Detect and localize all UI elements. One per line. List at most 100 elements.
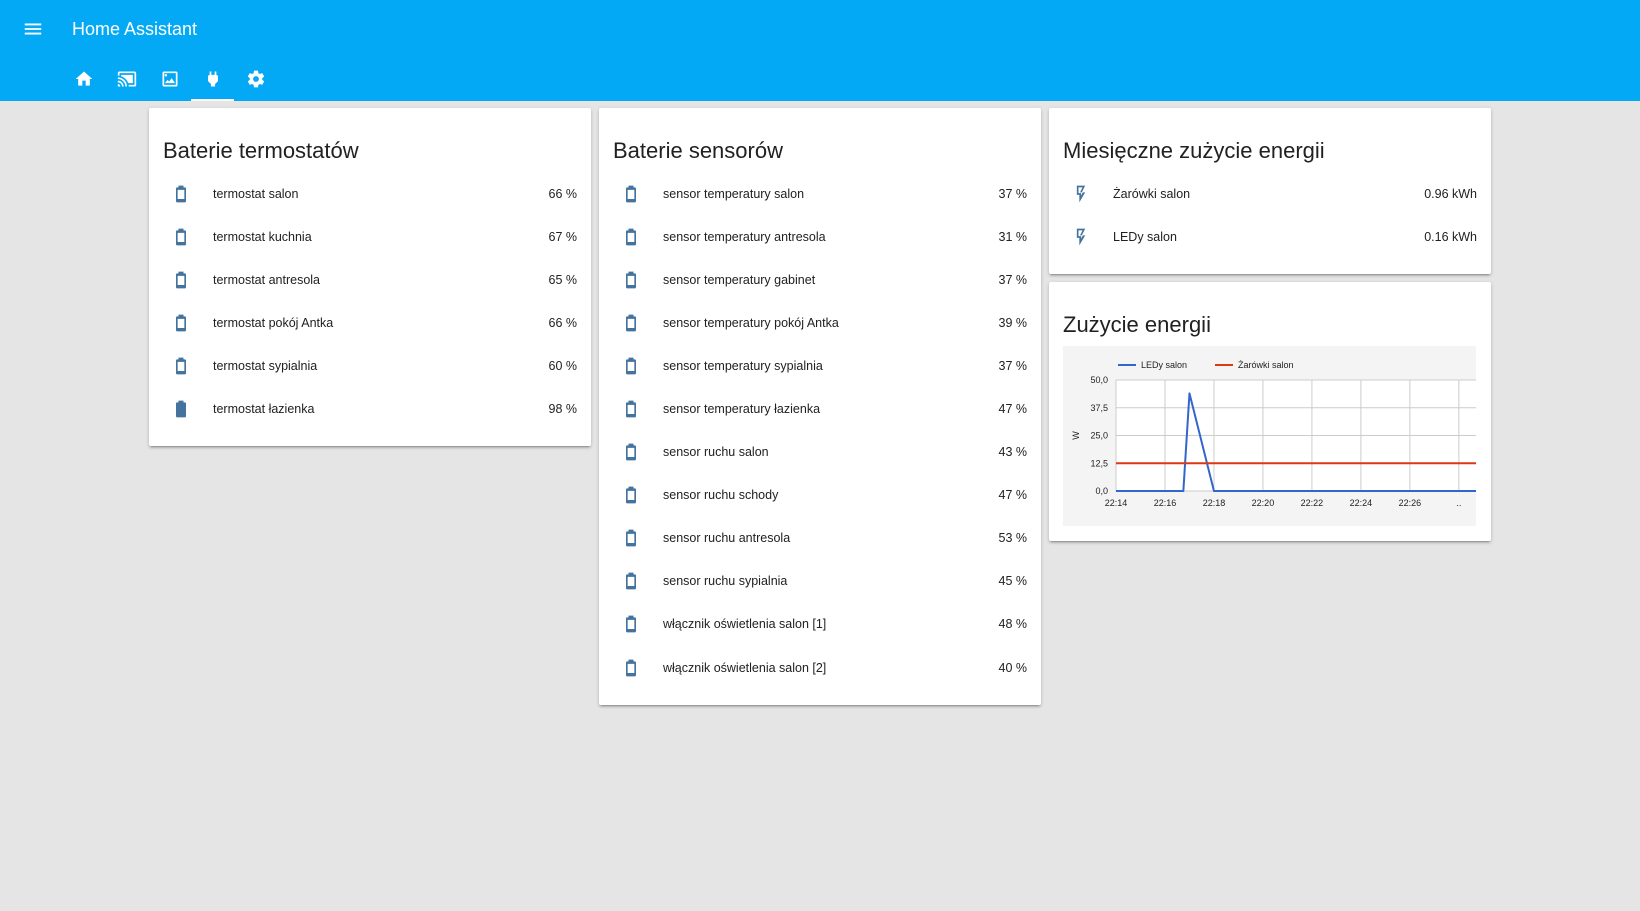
card-energy-chart: Zużycie energii 0,0 12,5 25,0 37,5 50,0 22:14… — [1049, 282, 1491, 541]
card-thermostat-batteries: Baterie termostatów termostat salon 66 % t… — [149, 108, 591, 446]
entity-state: 67 % — [548, 229, 578, 244]
energy-chart-svg: 0,0 12,5 25,0 37,5 50,0 22:14 22:16 22:18 22:20 2… — [1071, 360, 1476, 508]
card-sensor-batteries: Baterie sensorów sensor temperatury salo… — [599, 108, 1041, 705]
entity-list: Żarówki salon 0.96 kWh LEDy salon 0.16 kWh — [1063, 172, 1477, 258]
card-title: Baterie termostatów — [163, 138, 359, 163]
x-tick-label: 22:16 — [1154, 498, 1177, 508]
entity-row[interactable]: sensor temperatury antresola 31 % — [613, 215, 1027, 258]
y-tick-label: 37,5 — [1090, 403, 1108, 413]
entity-state: 0.16 kWh — [1424, 229, 1477, 244]
entity-state: 45 % — [998, 574, 1028, 589]
entity-row[interactable]: włącznik oświetlenia salon [1] 48 % — [613, 603, 1027, 646]
tab-image[interactable] — [148, 60, 191, 101]
card-monthly-energy: Miesięczne zużycie energii Żarówki salon… — [1049, 108, 1491, 274]
battery-icon — [613, 431, 649, 474]
battery-icon — [613, 603, 649, 646]
card-title: Zużycie energii — [1063, 312, 1211, 337]
energy-chart[interactable]: 0,0 12,5 25,0 37,5 50,0 22:14 22:16 22:18 22:20 2… — [1063, 346, 1476, 526]
entity-state: 40 % — [998, 660, 1028, 675]
entity-row[interactable]: termostat sypialnia 60 % — [163, 344, 577, 387]
entity-row[interactable]: sensor temperatury łazienka 47 % — [613, 387, 1027, 430]
flash-icon — [1063, 215, 1099, 258]
battery-icon — [613, 474, 649, 517]
tab-settings[interactable] — [234, 60, 277, 101]
menu-icon — [24, 23, 42, 35]
entity-row[interactable]: termostat salon 66 % — [163, 172, 577, 215]
entity-row[interactable]: sensor ruchu schody 47 % — [613, 474, 1027, 517]
entity-row[interactable]: Żarówki salon 0.96 kWh — [1063, 172, 1477, 215]
entity-row[interactable]: sensor ruchu salon 43 % — [613, 431, 1027, 474]
battery-icon — [613, 301, 649, 344]
entity-name: Żarówki salon — [1113, 186, 1191, 201]
entity-row[interactable]: sensor ruchu antresola 53 % — [613, 517, 1027, 560]
entity-state: 0.96 kWh — [1424, 186, 1477, 201]
entity-state: 37 % — [998, 358, 1028, 373]
entity-row[interactable]: sensor temperatury sypialnia 37 % — [613, 344, 1027, 387]
entity-row[interactable]: sensor ruchu sypialnia 45 % — [613, 560, 1027, 603]
y-tick-label: 25,0 — [1090, 431, 1108, 441]
legend-label: Żarówki salon — [1238, 360, 1294, 370]
app-toolbar: Home Assistant — [0, 0, 1640, 101]
flash-icon — [1063, 172, 1099, 215]
entity-row[interactable]: włącznik oświetlenia salon [2] 40 % — [613, 646, 1027, 689]
entity-row[interactable]: LEDy salon 0.16 kWh — [1063, 215, 1477, 258]
view-tabs — [62, 60, 277, 101]
entity-name: LEDy salon — [1113, 229, 1177, 244]
app-title: Home Assistant — [72, 19, 198, 39]
entity-state: 39 % — [998, 315, 1028, 330]
entity-name: włącznik oświetlenia salon [1] — [663, 617, 827, 632]
entity-name: sensor temperatury łazienka — [663, 402, 821, 417]
tab-energy[interactable] — [191, 60, 234, 101]
entity-state: 37 % — [998, 272, 1028, 287]
entity-row[interactable]: termostat kuchnia 67 % — [163, 215, 577, 258]
entity-name: termostat kuchnia — [213, 229, 312, 244]
entity-row[interactable]: termostat łazienka 98 % — [163, 387, 577, 430]
battery-icon — [163, 258, 199, 301]
plug-icon — [207, 71, 218, 87]
battery-icon — [613, 646, 649, 689]
tab-media[interactable] — [105, 60, 148, 101]
entity-state: 47 % — [998, 488, 1028, 503]
entity-name: sensor ruchu sypialnia — [663, 574, 788, 589]
entity-name: sensor temperatury salon — [663, 186, 805, 201]
entity-row[interactable]: termostat pokój Antka 66 % — [163, 301, 577, 344]
entity-list: termostat salon 66 % termostat kuchnia 67 %… — [163, 172, 577, 431]
entity-state: 98 % — [548, 402, 578, 417]
x-tick-label: 22:22 — [1301, 498, 1324, 508]
entity-state: 48 % — [998, 617, 1028, 632]
card-title: Baterie sensorów — [613, 138, 783, 163]
entity-row[interactable]: termostat antresola 65 % — [163, 258, 577, 301]
entity-name: termostat sypialnia — [213, 358, 318, 373]
entity-state: 66 % — [548, 315, 578, 330]
battery-icon — [613, 215, 649, 258]
x-tick-label: 22:14 — [1105, 498, 1128, 508]
entity-row[interactable]: sensor temperatury gabinet 37 % — [613, 258, 1027, 301]
y-tick-label: 0,0 — [1095, 486, 1108, 496]
entity-name: sensor ruchu schody — [663, 488, 779, 503]
tab-home[interactable] — [62, 60, 105, 101]
entity-list: sensor temperatury salon 37 % sensor tempe… — [613, 172, 1027, 689]
entity-row[interactable]: sensor temperatury pokój Antka 39 % — [613, 301, 1027, 344]
battery-icon — [613, 517, 649, 560]
settings-icon — [247, 70, 264, 88]
entity-name: termostat pokój Antka — [213, 315, 334, 330]
menu-button[interactable] — [20, 18, 46, 40]
battery-icon — [163, 172, 199, 215]
x-tick-label: 22:18 — [1203, 498, 1226, 508]
battery-full-icon — [163, 387, 199, 430]
entity-state: 53 % — [998, 531, 1028, 546]
entity-state: 43 % — [998, 445, 1028, 460]
card-title: Miesięczne zużycie energii — [1063, 138, 1325, 163]
entity-state: 60 % — [548, 358, 578, 373]
y-tick-label: 12,5 — [1090, 458, 1108, 468]
legend-label: LEDy salon — [1141, 360, 1187, 370]
x-tick-label: 22:24 — [1350, 498, 1373, 508]
entity-state: 47 % — [998, 402, 1028, 417]
entity-name: sensor temperatury antresola — [663, 229, 826, 244]
entity-row[interactable]: sensor temperatury salon 37 % — [613, 172, 1027, 215]
x-tick-label: 22:20 — [1252, 498, 1275, 508]
entity-name: sensor temperatury gabinet — [663, 272, 816, 287]
y-axis-label: W — [1071, 431, 1081, 440]
battery-icon — [613, 258, 649, 301]
entity-name: termostat łazienka — [213, 402, 315, 417]
